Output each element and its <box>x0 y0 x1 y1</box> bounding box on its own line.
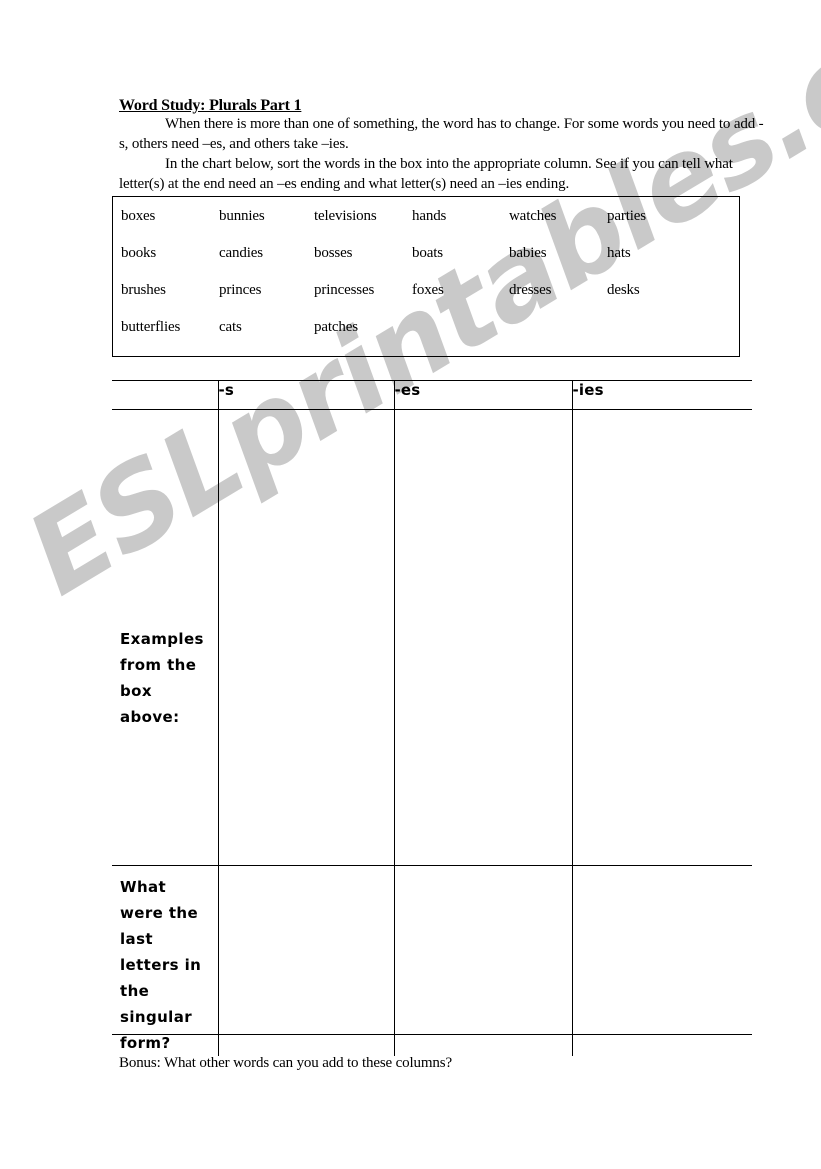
bonus-question: Bonus: What other words can you add to t… <box>119 1055 452 1071</box>
word-bank-row: butterflies cats patches <box>121 316 733 353</box>
chart-header-corner <box>112 381 219 410</box>
word-bank-row: brushes princes princesses foxes dresses… <box>121 279 733 316</box>
chart-answer-cell-examples-s[interactable] <box>218 409 395 866</box>
intro-paragraph-1: When there is more than one of something… <box>119 116 764 152</box>
chart-answer-cell-singular-s[interactable] <box>218 865 395 1056</box>
worksheet-content: Word Study: Plurals Part 1 When there is… <box>0 0 821 1169</box>
word-item: hats <box>607 245 631 261</box>
word-bank-row: books candies bosses boats babies hats <box>121 242 733 279</box>
worksheet-page: ESLprintables.com Word Study: Plurals Pa… <box>0 0 821 1169</box>
word-item: bosses <box>314 245 353 261</box>
sorting-chart: -s -es -ies Examples from the box above:… <box>112 380 752 1056</box>
word-item: princesses <box>314 282 375 298</box>
intro-paragraph-2: In the chart below, sort the words in th… <box>119 156 733 192</box>
word-bank-row: boxes bunnies televisions hands watches … <box>121 205 733 242</box>
chart-answer-cell-examples-ies[interactable] <box>572 409 752 866</box>
word-item: cats <box>219 319 242 335</box>
intro-text-block: When there is more than one of something… <box>119 114 767 194</box>
word-item: watches <box>509 208 557 224</box>
chart-answer-cell-singular-ies[interactable] <box>572 866 752 1057</box>
chart-header-s: -s <box>218 381 395 410</box>
chart-row-label-singular-cell: What were the last letters in the singul… <box>112 865 219 1056</box>
word-item: televisions <box>314 208 377 224</box>
word-item: hands <box>412 208 447 224</box>
word-item: parties <box>607 208 646 224</box>
word-bank-grid: boxes bunnies televisions hands watches … <box>121 205 733 353</box>
page-title: Word Study: Plurals Part 1 <box>119 97 302 114</box>
word-item: books <box>121 245 157 261</box>
word-item: boats <box>412 245 443 261</box>
chart-header-ies: -ies <box>572 381 752 410</box>
word-item: bunnies <box>219 208 265 224</box>
chart-header-row: -s -es -ies <box>112 381 752 410</box>
word-item: foxes <box>412 282 444 298</box>
sorting-chart-table: -s -es -ies Examples from the box above:… <box>112 381 752 1056</box>
chart-examples-row: Examples from the box above: <box>112 409 752 866</box>
word-item: brushes <box>121 282 166 298</box>
word-item: candies <box>219 245 263 261</box>
chart-answer-cell-singular-es[interactable] <box>394 865 573 1056</box>
word-item: boxes <box>121 208 156 224</box>
word-item: princes <box>219 282 262 298</box>
chart-singular-row: What were the last letters in the singul… <box>112 865 752 1057</box>
chart-row-label-examples-cell: Examples from the box above: <box>112 409 219 866</box>
chart-row-label-singular: What were the last letters in the singul… <box>120 878 202 1052</box>
word-item: patches <box>314 319 358 335</box>
chart-answer-cell-examples-es[interactable] <box>394 409 573 866</box>
chart-header-es: -es <box>394 381 573 410</box>
word-item: dresses <box>509 282 552 298</box>
word-item: babies <box>509 245 547 261</box>
chart-row-label-examples: Examples from the box above: <box>120 630 204 726</box>
word-item: butterflies <box>121 319 181 335</box>
word-bank-box: boxes bunnies televisions hands watches … <box>112 196 740 357</box>
word-item: desks <box>607 282 640 298</box>
